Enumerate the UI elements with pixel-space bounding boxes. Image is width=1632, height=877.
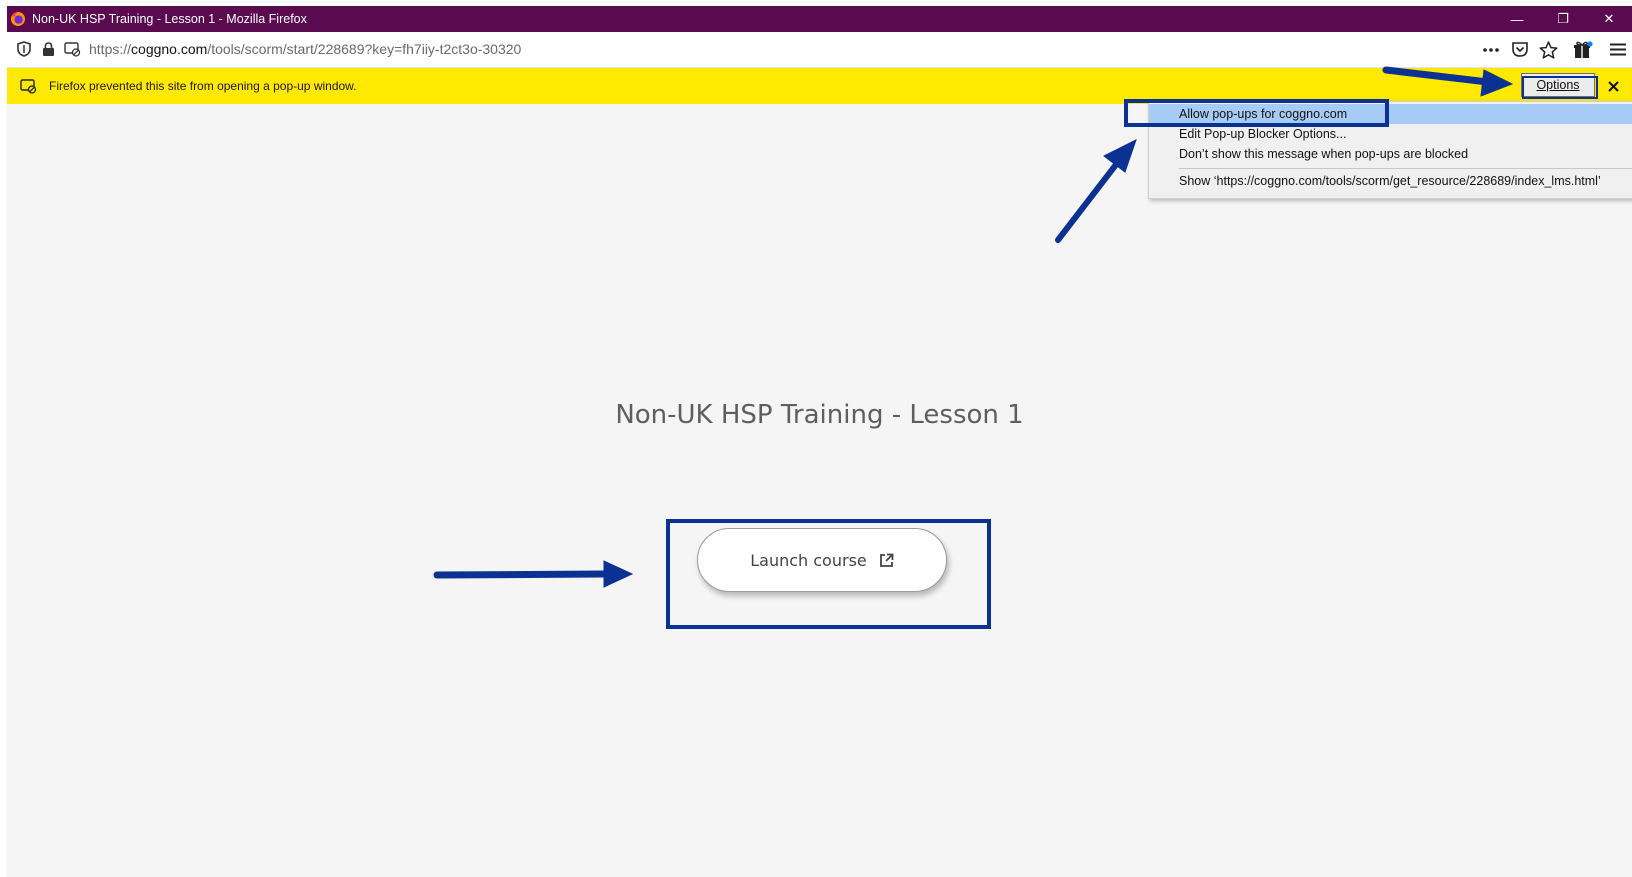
arrow-to-launch-course-head bbox=[603, 560, 634, 588]
arrow-to-options bbox=[1382, 66, 1492, 86]
arrow-to-allow-popups-head bbox=[1103, 139, 1137, 173]
arrow-to-allow-popups bbox=[1055, 159, 1121, 243]
annotation-arrows bbox=[433, 66, 1514, 588]
arrow-to-launch-course bbox=[433, 570, 608, 579]
arrow-to-options-head bbox=[1480, 69, 1514, 97]
